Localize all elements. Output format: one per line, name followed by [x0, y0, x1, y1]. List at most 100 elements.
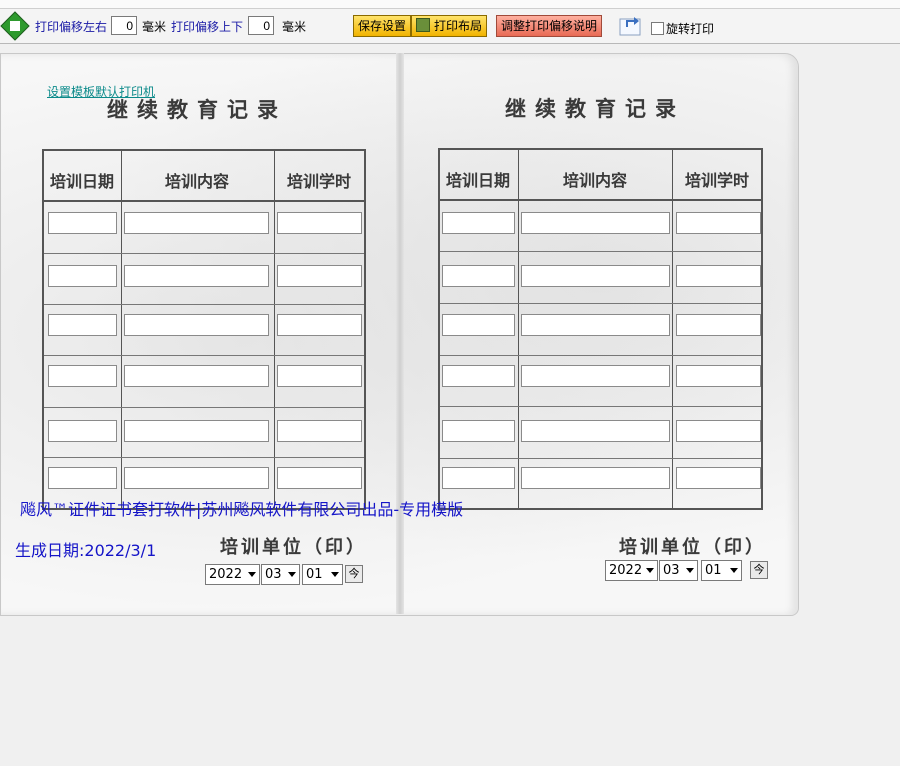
save-settings-button[interactable]: 保存设置 — [353, 15, 412, 37]
offset-ud-input[interactable] — [248, 16, 274, 35]
left-content-input-2[interactable] — [124, 265, 269, 287]
left-date-input-4[interactable] — [48, 365, 117, 387]
book-spine — [396, 53, 404, 614]
left-training-unit-label: 培训单位（印） — [220, 537, 367, 558]
adjust-offset-help-button[interactable]: 调整打印偏移说明 — [496, 15, 603, 37]
print-toolbar: 打印偏移左右 毫米 打印偏移上下 毫米 保存设置 打印布局 调整打印偏移说明 旋… — [0, 9, 900, 44]
table-divider — [44, 304, 364, 305]
left-content-input-5[interactable] — [124, 420, 269, 442]
right-content-input-5[interactable] — [521, 420, 670, 442]
layout-icon — [416, 18, 430, 32]
print-layout-label: 打印布局 — [434, 19, 483, 33]
left-date-input-3[interactable] — [48, 314, 117, 336]
right-date-input-2[interactable] — [442, 265, 515, 287]
left-content-input-4[interactable] — [124, 365, 269, 387]
left-hours-input-2[interactable] — [277, 265, 362, 287]
table-divider — [44, 200, 364, 202]
left-col-hours-header: 培训学时 — [286, 172, 351, 191]
table-divider — [44, 355, 364, 356]
chevron-down-icon — [646, 568, 654, 573]
left-hours-input-6[interactable] — [277, 467, 362, 489]
right-hours-input-3[interactable] — [676, 314, 761, 336]
right-col-content-header: 培训内容 — [562, 171, 627, 190]
table-divider — [274, 151, 275, 508]
right-date-input-1[interactable] — [442, 212, 515, 234]
table-divider — [44, 407, 364, 408]
table-divider — [672, 150, 673, 508]
table-divider — [44, 457, 364, 458]
chevron-down-icon — [248, 572, 256, 577]
table-divider — [44, 253, 364, 254]
right-page-title: 继续教育记录 — [505, 96, 685, 121]
right-date-input-5[interactable] — [442, 420, 515, 442]
table-divider — [440, 303, 761, 304]
left-month-value: 03 — [265, 567, 282, 582]
rotate-print-checkbox[interactable] — [651, 22, 664, 35]
right-col-hours-header: 培训学时 — [684, 171, 749, 190]
left-col-date-header: 培训日期 — [49, 172, 114, 191]
left-date-input-5[interactable] — [48, 420, 117, 442]
chevron-down-icon — [288, 572, 296, 577]
offset-lr-label: 打印偏移左右 — [35, 20, 108, 34]
right-month-select[interactable]: 03 — [659, 560, 698, 581]
chevron-down-icon — [686, 568, 694, 573]
left-day-value: 01 — [306, 567, 323, 582]
right-content-input-2[interactable] — [521, 265, 670, 287]
left-day-select[interactable]: 01 — [302, 564, 343, 585]
right-month-value: 03 — [663, 563, 680, 578]
left-date-input-2[interactable] — [48, 265, 117, 287]
offset-lr-input[interactable] — [111, 16, 137, 35]
chevron-down-icon — [730, 568, 738, 573]
menu-strip — [0, 0, 900, 9]
right-today-button[interactable]: 今 — [750, 561, 768, 579]
table-divider — [121, 151, 122, 508]
left-hours-input-4[interactable] — [277, 365, 362, 387]
left-year-value: 2022 — [209, 567, 243, 582]
rotate-print-label: 旋转打印 — [666, 22, 715, 36]
offset-ud-unit: 毫米 — [282, 20, 307, 34]
right-day-select[interactable]: 01 — [701, 560, 742, 581]
right-hours-input-5[interactable] — [676, 420, 761, 442]
rotate-icon[interactable] — [619, 13, 643, 37]
right-year-select[interactable]: 2022 — [605, 560, 658, 581]
left-year-select[interactable]: 2022 — [205, 564, 260, 585]
right-date-input-6[interactable] — [442, 467, 515, 489]
left-date-input-1[interactable] — [48, 212, 117, 234]
right-day-value: 01 — [705, 563, 722, 578]
left-today-button[interactable]: 今 — [345, 565, 363, 583]
left-page-title: 继续教育记录 — [107, 97, 287, 122]
right-hours-input-2[interactable] — [676, 265, 761, 287]
left-content-input-1[interactable] — [124, 212, 269, 234]
move-arrows-icon[interactable] — [0, 11, 30, 41]
table-divider — [440, 199, 761, 201]
generated-date-text: 生成日期:2022/3/1 — [15, 541, 157, 560]
left-hours-input-3[interactable] — [277, 314, 362, 336]
right-content-input-3[interactable] — [521, 314, 670, 336]
table-divider — [440, 251, 761, 252]
toolbar-divider — [0, 43, 900, 44]
save-settings-label: 保存设置 — [358, 19, 407, 33]
table-divider — [440, 458, 761, 459]
right-date-input-4[interactable] — [442, 365, 515, 387]
left-month-select[interactable]: 03 — [261, 564, 300, 585]
print-layout-button[interactable]: 打印布局 — [411, 15, 488, 37]
offset-ud-label: 打印偏移上下 — [171, 20, 244, 34]
software-watermark-text: 飚风™证件证书套打软件|苏州飚风软件有限公司出品-专用模版 — [20, 500, 464, 519]
left-hours-input-5[interactable] — [277, 420, 362, 442]
left-content-input-6[interactable] — [124, 467, 269, 489]
left-date-input-6[interactable] — [48, 467, 117, 489]
right-hours-input-4[interactable] — [676, 365, 761, 387]
offset-lr-unit: 毫米 — [142, 20, 167, 34]
right-content-input-1[interactable] — [521, 212, 670, 234]
right-date-input-3[interactable] — [442, 314, 515, 336]
right-training-unit-label: 培训单位（印） — [619, 537, 766, 558]
left-hours-input-1[interactable] — [277, 212, 362, 234]
right-hours-input-6[interactable] — [676, 467, 761, 489]
right-content-input-6[interactable] — [521, 467, 670, 489]
left-content-input-3[interactable] — [124, 314, 269, 336]
right-col-date-header: 培训日期 — [445, 171, 510, 190]
right-hours-input-1[interactable] — [676, 212, 761, 234]
right-content-input-4[interactable] — [521, 365, 670, 387]
table-divider — [440, 406, 761, 407]
adjust-offset-label: 调整打印偏移说明 — [501, 19, 598, 33]
